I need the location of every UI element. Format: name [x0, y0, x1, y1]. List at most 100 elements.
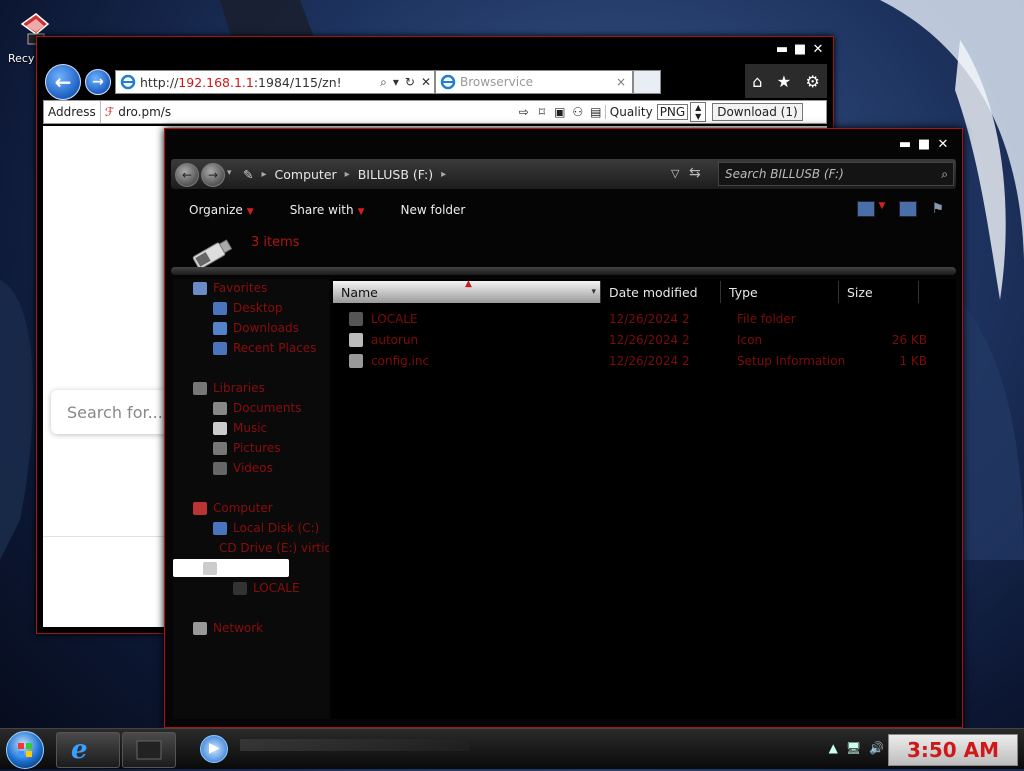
- table-row[interactable]: autorun 12/26/2024 2 Icon 26 KB: [333, 330, 927, 350]
- change-view-icon[interactable]: [856, 201, 875, 217]
- nav-item-label: Computer: [213, 501, 273, 515]
- file-size-cell: 26 KB: [891, 333, 927, 347]
- new-tab-button[interactable]: [633, 70, 661, 94]
- column-header-name[interactable]: Name ▲ ▾: [333, 279, 601, 303]
- back-button[interactable]: ←: [175, 163, 199, 187]
- quality-select[interactable]: PNG: [656, 104, 689, 120]
- explorer-caption-buttons: ▬ ■ ✕: [898, 138, 950, 152]
- music-icon: [213, 421, 227, 435]
- address-input[interactable]: ℱ dro.pm/s: [101, 105, 515, 119]
- new-folder-button[interactable]: New folder: [377, 203, 478, 217]
- dropdown-icon[interactable]: ▾: [393, 75, 399, 89]
- volume-icon[interactable]: 🔊: [869, 741, 884, 755]
- usb-drive-icon: ✎: [243, 166, 254, 182]
- refresh-icon[interactable]: ⇆: [689, 165, 701, 181]
- maximize-button[interactable]: ■: [917, 138, 931, 152]
- go-arrow-icon[interactable]: ⇨: [515, 105, 533, 119]
- download-button[interactable]: Download (1): [712, 103, 803, 121]
- search-icon[interactable]: ⌕: [380, 75, 387, 90]
- start-button[interactable]: [6, 731, 44, 769]
- nav-item-billusb-f[interactable]: [173, 559, 289, 577]
- table-row[interactable]: LOCALE 12/26/2024 2 File folder: [333, 309, 927, 329]
- gear-icon[interactable]: ⚙: [805, 72, 819, 91]
- browser-navbar: ← → http://192.168.1.1:1984/115/zn! ⌕ ▾ …: [43, 64, 827, 100]
- maximize-button[interactable]: ■: [793, 43, 807, 57]
- forward-button[interactable]: →: [201, 163, 225, 187]
- network-icon[interactable]: 🖥: [846, 741, 861, 755]
- file-name: config.inc: [371, 354, 430, 368]
- bookmark-icon[interactable]: ⌑: [533, 105, 551, 119]
- nav-item-label: Local Disk (C:): [233, 521, 320, 535]
- organize-button[interactable]: Organize ▼: [165, 203, 266, 217]
- find-binoculars-icon[interactable]: ⚇: [569, 105, 587, 119]
- ie-icon: e: [71, 735, 88, 765]
- nav-item-cd-drive-e[interactable]: CD Drive (E:) virtio-w: [213, 539, 329, 557]
- url-bar[interactable]: http://192.168.1.1:1984/115/zn! ⌕ ▾ ↻ ✕: [115, 70, 435, 94]
- minimize-button[interactable]: ▬: [898, 138, 912, 152]
- chevron-right-icon[interactable]: ▸: [261, 169, 266, 180]
- chevron-right-icon[interactable]: ▸: [441, 169, 446, 180]
- table-row[interactable]: config.inc 12/26/2024 2 Setup Information 1…: [333, 351, 927, 371]
- nav-item-locale[interactable]: LOCALE: [233, 579, 329, 597]
- item-count: 3 items: [251, 235, 300, 250]
- locale-icon: [233, 581, 247, 595]
- address-dropdown-icon[interactable]: ▽: [671, 167, 679, 180]
- nav-item-recent-places[interactable]: Recent Places: [213, 339, 329, 357]
- close-button[interactable]: ✕: [811, 43, 825, 57]
- address-label: Address: [44, 101, 101, 123]
- column-header-type[interactable]: Type: [721, 281, 839, 303]
- page-icon[interactable]: ▣: [551, 105, 569, 119]
- quality-spinner[interactable]: ▲ ▼: [690, 102, 707, 122]
- chevron-right-icon[interactable]: ▸: [345, 169, 350, 180]
- nav-item-label: LOCALE: [253, 581, 300, 595]
- nav-item-label: Network: [213, 621, 264, 635]
- nav-item-network[interactable]: Network: [193, 619, 329, 637]
- nav-item-documents[interactable]: Documents: [213, 399, 329, 417]
- minimize-button[interactable]: ▬: [775, 43, 789, 57]
- file-name-cell: config.inc: [333, 354, 601, 368]
- explorer-search-input[interactable]: Search BILLUSB (F:) ⌕: [718, 162, 954, 186]
- preview-pane-icon[interactable]: [899, 201, 918, 217]
- breadcrumb-item-drive[interactable]: BILLUSB (F:): [358, 167, 433, 182]
- nav-item-local-disk-c[interactable]: Local Disk (C:): [213, 519, 329, 537]
- explorer-window[interactable]: ▬ ■ ✕ ← → ▾ ✎ ▸ Computer ▸ BILLUSB (F:) …: [164, 128, 963, 728]
- recent-dropdown-icon[interactable]: ▾: [227, 168, 232, 178]
- browser-tab[interactable]: Browservice ×: [435, 70, 633, 94]
- search-icon: ⌕: [941, 166, 948, 181]
- tab-close-icon[interactable]: ×: [616, 75, 626, 89]
- taskbar-media-player-button[interactable]: ▶: [200, 735, 228, 763]
- nav-item-downloads[interactable]: Downloads: [213, 319, 329, 337]
- ie-favicon-icon: [120, 74, 136, 90]
- help-icon[interactable]: ⚑: [931, 201, 944, 217]
- file-name: autorun: [371, 333, 419, 347]
- refresh-icon[interactable]: ↻: [405, 75, 415, 89]
- browser-caption-buttons: ▬ ■ ✕: [775, 43, 825, 57]
- home-icon[interactable]: ⌂: [752, 72, 762, 91]
- windows-logo-icon: [18, 743, 32, 757]
- column-filter-icon[interactable]: ▾: [591, 287, 596, 297]
- taskbar-explorer-button[interactable]: [122, 732, 176, 768]
- nav-item-label: Pictures: [233, 441, 281, 455]
- nav-item-desktop[interactable]: Desktop: [213, 299, 329, 317]
- column-header-date[interactable]: Date modified: [601, 281, 721, 303]
- clock[interactable]: 3:50 AM: [888, 734, 1018, 766]
- favorites-star-icon[interactable]: ★: [777, 72, 791, 91]
- forward-button[interactable]: →: [85, 69, 111, 95]
- breadcrumb-item-computer[interactable]: Computer: [275, 167, 337, 182]
- taskbar-ie-button[interactable]: e: [56, 732, 120, 768]
- tray-expand-icon[interactable]: ▲: [829, 741, 838, 755]
- view-dropdown-icon[interactable]: ▼: [879, 201, 886, 217]
- nav-item-pictures[interactable]: Pictures: [213, 439, 329, 457]
- stop-icon[interactable]: ✕: [421, 75, 431, 89]
- nav-item-favorites[interactable]: Favorites: [193, 279, 329, 297]
- column-header-size[interactable]: Size: [839, 281, 919, 303]
- save-icon[interactable]: ▤: [587, 105, 605, 119]
- nav-item-videos[interactable]: Videos: [213, 459, 329, 477]
- share-with-button[interactable]: Share with ▼: [266, 203, 377, 217]
- nav-item-music[interactable]: Music: [213, 419, 329, 437]
- taskbar: e ▶ ▲ 🖥 🔊 3:50 AM: [0, 728, 1024, 769]
- nav-item-libraries[interactable]: Libraries: [193, 379, 329, 397]
- close-button[interactable]: ✕: [936, 138, 950, 152]
- back-button[interactable]: ←: [45, 64, 81, 100]
- nav-item-computer[interactable]: Computer: [193, 499, 329, 517]
